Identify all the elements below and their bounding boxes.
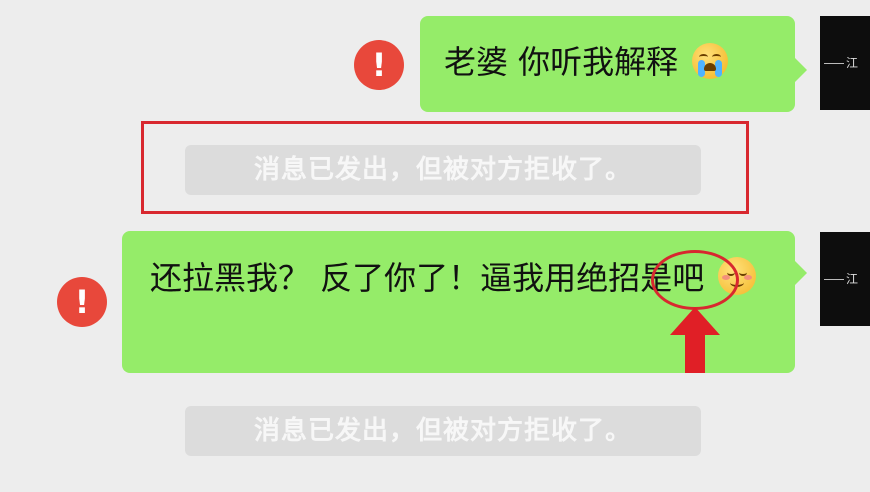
rejected-notice: 消息已发出，但被对方拒收了。	[185, 406, 701, 456]
send-failed-icon[interactable]: !	[354, 40, 404, 90]
up-arrow-icon	[670, 307, 720, 373]
annotation-circle	[651, 250, 739, 310]
send-failed-icon[interactable]: !	[57, 277, 107, 327]
rejected-notice: 消息已发出，但被对方拒收了。	[185, 145, 701, 195]
avatar[interactable]: 江	[820, 232, 870, 326]
message-bubble-1[interactable]: 老婆 你听我解释	[420, 16, 807, 112]
crying-emoji-icon	[692, 43, 729, 79]
message-text: 还拉黑我？ 反了你了！逼我用	[150, 259, 577, 297]
highlighted-word: 绝招	[576, 259, 641, 297]
message-text: 老婆 你听我解释	[444, 43, 679, 81]
avatar[interactable]: 江	[820, 16, 870, 110]
